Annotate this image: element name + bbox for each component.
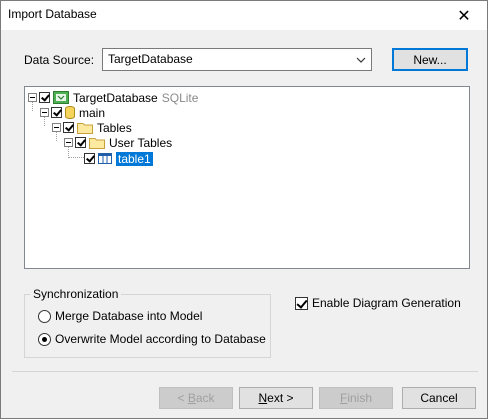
folder-icon xyxy=(77,122,93,134)
tree-checkbox[interactable] xyxy=(51,107,62,118)
import-database-dialog: Import Database ✕ Data Source: TargetDat… xyxy=(0,0,488,419)
user-tables-label: User Tables xyxy=(109,135,173,150)
footer-separator xyxy=(12,371,478,372)
database-connection-icon xyxy=(53,91,69,104)
schema-label: main xyxy=(79,105,106,120)
collapse-icon[interactable] xyxy=(64,138,73,147)
enable-diagram-checkbox[interactable] xyxy=(295,296,308,310)
merge-radio-option[interactable]: Merge Database into Model xyxy=(38,309,202,323)
synchronization-group xyxy=(24,294,271,358)
chevron-down-icon[interactable] xyxy=(351,49,371,70)
next-button[interactable]: Next > xyxy=(239,387,313,409)
close-icon[interactable]: ✕ xyxy=(441,1,487,30)
data-source-select[interactable]: TargetDatabase xyxy=(102,48,372,71)
collapse-icon[interactable] xyxy=(28,93,37,102)
back-rest: ack xyxy=(195,391,215,405)
overwrite-radio-option[interactable]: Overwrite Model according to Database xyxy=(38,332,266,346)
tree-node-tables[interactable]: Tables xyxy=(52,120,132,135)
title-bar: Import Database ✕ xyxy=(1,1,487,30)
overwrite-label: Overwrite Model according to Database xyxy=(55,332,266,346)
collapse-icon[interactable] xyxy=(40,108,49,117)
merge-label: Merge Database into Model xyxy=(55,309,203,323)
back-key: B xyxy=(187,391,196,405)
tree-node-table1[interactable]: table1 xyxy=(84,151,153,166)
database-tree[interactable]: TargetDatabase SQLite main Tables User T… xyxy=(24,86,470,269)
folder-icon xyxy=(89,137,105,149)
enable-diagram-option[interactable]: Enable Diagram Generation xyxy=(295,296,461,310)
data-source-label: Data Source: xyxy=(24,53,95,67)
next-rest: ext > xyxy=(267,391,294,405)
enable-diagram-label: Enable Diagram Generation xyxy=(312,296,461,310)
tree-node-schema[interactable]: main xyxy=(40,105,105,120)
finish-button[interactable]: Finish xyxy=(319,387,393,409)
finish-key: F xyxy=(339,391,348,405)
new-button[interactable]: New... xyxy=(392,48,468,71)
next-key: N xyxy=(258,391,268,405)
finish-rest: inish xyxy=(347,391,373,405)
tree-checkbox[interactable] xyxy=(39,92,50,103)
tables-label: Tables xyxy=(97,120,132,135)
cancel-label: Cancel xyxy=(420,391,458,405)
root-type-label: SQLite xyxy=(161,90,199,105)
tree-checkbox[interactable] xyxy=(84,153,95,164)
back-button[interactable]: < Back xyxy=(159,387,233,409)
table-icon xyxy=(98,153,112,164)
window-title: Import Database xyxy=(8,7,97,21)
collapse-icon[interactable] xyxy=(52,123,61,132)
table1-label: table1 xyxy=(116,151,153,166)
new-button-label: New... xyxy=(413,52,447,67)
tree-node-root[interactable]: TargetDatabase SQLite xyxy=(28,90,198,105)
back-prefix: < xyxy=(177,391,188,405)
database-icon xyxy=(65,106,75,119)
data-source-value: TargetDatabase xyxy=(108,52,193,66)
overwrite-radio[interactable] xyxy=(38,332,51,346)
tree-checkbox[interactable] xyxy=(75,137,86,148)
synchronization-title: Synchronization xyxy=(30,287,122,301)
root-label: TargetDatabase xyxy=(73,90,158,105)
merge-radio[interactable] xyxy=(38,309,51,323)
tree-checkbox[interactable] xyxy=(63,122,74,133)
cancel-button[interactable]: Cancel xyxy=(402,387,476,409)
tree-node-user-tables[interactable]: User Tables xyxy=(64,135,172,150)
